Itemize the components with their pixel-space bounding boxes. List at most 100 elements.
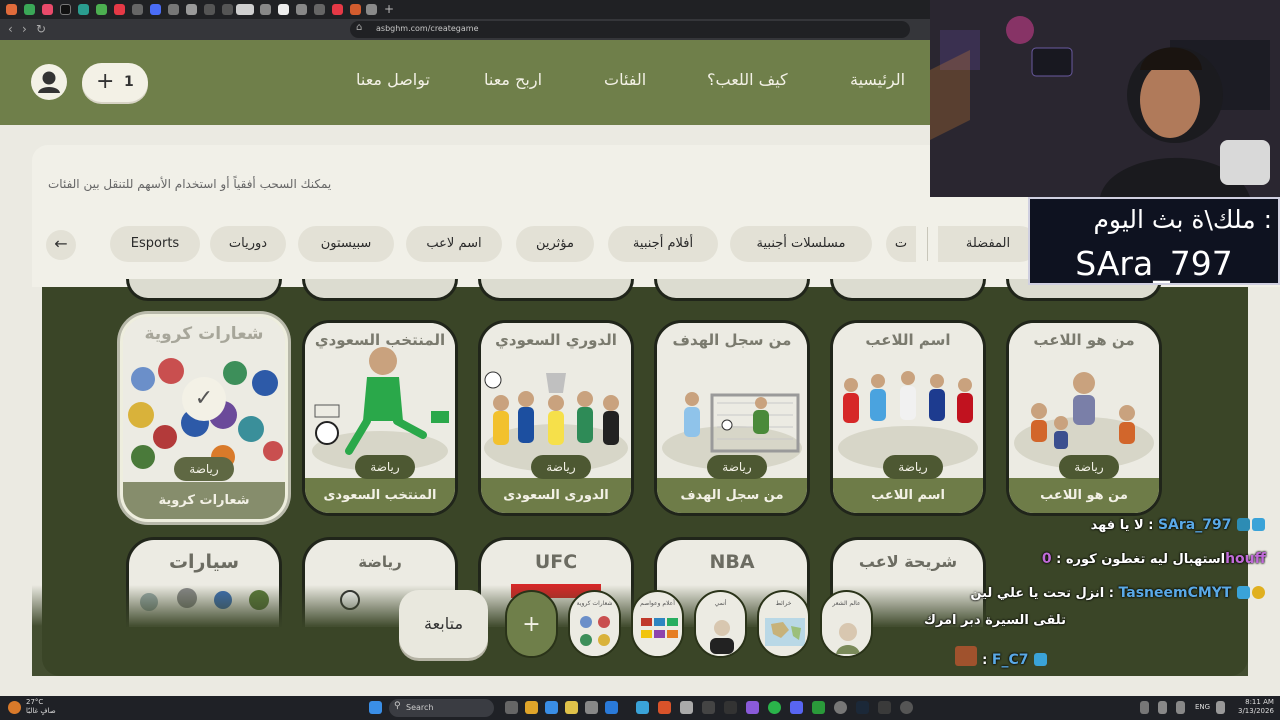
tab-favicon-icon[interactable] bbox=[296, 4, 307, 15]
selected-category-thumb[interactable]: خرائط bbox=[757, 590, 810, 658]
chip-leagues[interactable]: دوريات bbox=[210, 226, 286, 262]
tab-favicon-icon[interactable] bbox=[24, 4, 35, 15]
nav-earn-with-us[interactable]: اربح معنا bbox=[484, 69, 542, 91]
language-indicator[interactable]: ENG bbox=[1195, 703, 1210, 712]
tab-favicon-icon[interactable] bbox=[60, 4, 71, 15]
active-tab[interactable] bbox=[236, 4, 254, 15]
selected-category-thumb[interactable]: أنمي bbox=[694, 590, 747, 658]
whatsapp-icon[interactable] bbox=[768, 701, 781, 714]
tab-favicon-icon[interactable] bbox=[314, 4, 325, 15]
games-count: 1 bbox=[124, 74, 134, 90]
obs-icon[interactable] bbox=[900, 701, 913, 714]
settings-icon[interactable] bbox=[834, 701, 847, 714]
selected-category-thumb[interactable]: أعلام وعواصم bbox=[631, 590, 684, 658]
bookmark-icon[interactable]: ⌂ bbox=[356, 22, 362, 33]
new-tab-icon[interactable]: + bbox=[384, 2, 394, 16]
category-card-who-is-player[interactable]: من هو اللاعب رياضة من هو اللاعب bbox=[1006, 320, 1162, 516]
continue-button[interactable]: متابعة bbox=[399, 590, 488, 658]
xbox-icon[interactable] bbox=[812, 701, 825, 714]
app-icon[interactable] bbox=[746, 701, 759, 714]
card-row-above bbox=[654, 279, 810, 301]
tab-favicon-icon[interactable] bbox=[114, 4, 125, 15]
chat-username: F_C7 bbox=[991, 652, 1029, 668]
chip-foreign-series[interactable]: مسلسلات أجنبية bbox=[730, 226, 872, 262]
nav-categories[interactable]: الفئات bbox=[604, 69, 646, 91]
tab-favicon-icon[interactable] bbox=[132, 4, 143, 15]
tab-favicon-icon[interactable] bbox=[350, 4, 361, 15]
back-icon[interactable]: ‹ bbox=[8, 21, 13, 38]
start-icon[interactable] bbox=[369, 701, 382, 714]
add-category-button[interactable]: + bbox=[505, 590, 558, 658]
tab-favicon-icon[interactable] bbox=[204, 4, 215, 15]
app-icon[interactable] bbox=[585, 701, 598, 714]
brave-icon[interactable] bbox=[658, 701, 671, 714]
arrow-left-icon[interactable]: ← bbox=[46, 230, 76, 260]
nav-how-to-play[interactable]: كيف اللعب؟ bbox=[707, 69, 788, 91]
nav-contact-us[interactable]: تواصل معنا bbox=[356, 69, 430, 91]
tab-favicon-icon[interactable] bbox=[332, 4, 343, 15]
chat-message: لا يا فهد : SAra_797 bbox=[1091, 516, 1266, 535]
taskbar-search[interactable]: ⚲ Search bbox=[389, 699, 494, 717]
chat-message: تلقى السيرة دبر امرك bbox=[924, 612, 1066, 630]
chip-favorites[interactable]: المفضلة bbox=[938, 226, 1038, 262]
app-icon[interactable] bbox=[878, 701, 891, 714]
chip-influencers[interactable]: مؤثرين bbox=[516, 226, 594, 262]
category-card-who-scored[interactable]: من سجل الهدف رياضة من سجل الهدف bbox=[654, 320, 810, 516]
selected-category-thumb[interactable]: عالم الشعر bbox=[820, 590, 873, 658]
selected-category-thumb[interactable]: شعارات كروية bbox=[568, 590, 621, 658]
url-field[interactable]: ⌂ asbghm.com/creategame bbox=[350, 21, 910, 38]
category-card-club-logos[interactable]: شعارات كروية ✓ رياضة شعارات كروية bbox=[120, 314, 288, 522]
card-art-title: سيارات bbox=[168, 551, 240, 573]
card-name: من هو اللاعب bbox=[1040, 488, 1128, 503]
steam-icon[interactable] bbox=[856, 701, 869, 714]
tray-icon[interactable] bbox=[1158, 701, 1167, 714]
taskbar-clock[interactable]: 8:11 AM 3/13/2026 bbox=[1238, 698, 1274, 716]
tab-favicon-icon[interactable] bbox=[168, 4, 179, 15]
category-card-player-name[interactable]: اسم اللاعب رياضة اسم اللاعب bbox=[830, 320, 986, 516]
app-icon[interactable] bbox=[680, 701, 693, 714]
search-icon: ⚲ bbox=[394, 701, 401, 711]
chip-spacetoon[interactable]: سبيستون bbox=[298, 226, 394, 262]
app-icon[interactable] bbox=[724, 701, 737, 714]
tab-favicon-icon[interactable] bbox=[42, 4, 53, 15]
tray-icon[interactable] bbox=[1176, 701, 1185, 714]
discord-icon[interactable] bbox=[790, 701, 803, 714]
tab-favicon-icon[interactable] bbox=[150, 4, 161, 15]
task-view-icon[interactable] bbox=[505, 701, 518, 714]
tray-chevron-icon[interactable] bbox=[1140, 701, 1149, 714]
tab-favicon-icon[interactable] bbox=[96, 4, 107, 15]
tab-favicon-icon[interactable] bbox=[260, 4, 271, 15]
category-card-saudi-national-team[interactable]: المنتخب السعودي رياضة المنتخب السعودى bbox=[302, 320, 458, 516]
chip-player-name[interactable]: اسم لاعب bbox=[406, 226, 502, 262]
tab-favicon-icon[interactable] bbox=[222, 4, 233, 15]
card-art-title: اسم اللاعب bbox=[865, 331, 951, 349]
tab-favicon-icon[interactable] bbox=[186, 4, 197, 15]
app-icon[interactable] bbox=[525, 701, 538, 714]
file-explorer-icon[interactable] bbox=[565, 701, 578, 714]
chip-partial[interactable]: ت bbox=[886, 226, 916, 262]
thumb-label: شعارات كروية bbox=[576, 600, 613, 607]
network-icon[interactable] bbox=[1216, 701, 1225, 714]
nav-home[interactable]: الرئيسية bbox=[850, 69, 905, 91]
category-card-saudi-league[interactable]: الدوري السعودي رياضة الدورى السعودى bbox=[478, 320, 634, 516]
chip-foreign-movies[interactable]: أفلام أجنبية bbox=[608, 226, 718, 262]
tab-favicon-icon[interactable] bbox=[6, 4, 17, 15]
card-name: شعارات كروية bbox=[158, 493, 250, 508]
weather-widget[interactable]: 27°C صافٍ غالبًا bbox=[26, 698, 56, 716]
banner-label: ملك\ة بث اليوم : bbox=[1093, 205, 1272, 234]
tab-favicon-icon[interactable] bbox=[278, 4, 289, 15]
user-avatar-icon[interactable] bbox=[31, 64, 67, 100]
card-tag: رياضة bbox=[707, 455, 767, 479]
tab-favicon-icon[interactable] bbox=[366, 4, 377, 15]
weather-icon[interactable] bbox=[8, 701, 21, 714]
app-icon[interactable] bbox=[545, 701, 558, 714]
app-icon[interactable] bbox=[702, 701, 715, 714]
reload-icon[interactable]: ↻ bbox=[36, 21, 46, 38]
banner-streamer-name: SAra_797 bbox=[1075, 244, 1233, 283]
forward-icon[interactable]: › bbox=[22, 21, 27, 38]
app-icon[interactable] bbox=[636, 701, 649, 714]
app-icon[interactable] bbox=[605, 701, 618, 714]
tab-favicon-icon[interactable] bbox=[78, 4, 89, 15]
chip-esports[interactable]: Esports bbox=[110, 226, 200, 262]
games-count-button[interactable]: + 1 bbox=[82, 63, 148, 102]
